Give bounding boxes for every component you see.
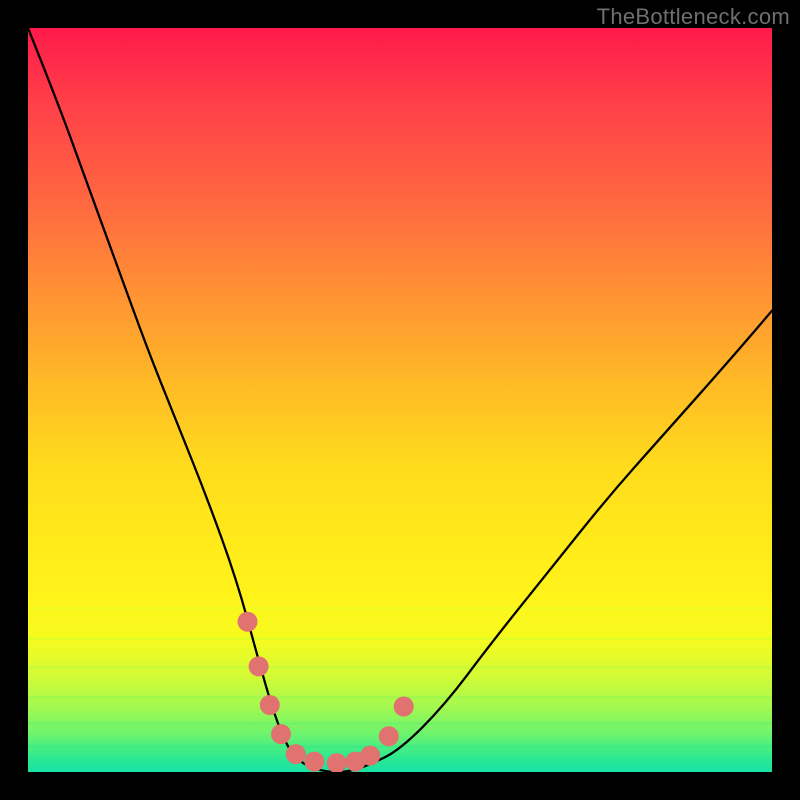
marker-group [238,612,414,772]
marker-dot [286,744,306,764]
marker-dot [394,697,414,717]
plot-area [28,28,772,772]
chart-frame: TheBottleneck.com [0,0,800,800]
chart-svg [28,28,772,772]
marker-dot [260,695,280,715]
marker-dot [304,752,324,772]
marker-dot [271,724,291,744]
marker-dot [360,746,380,766]
watermark-text: TheBottleneck.com [597,4,790,30]
marker-dot [327,753,347,772]
marker-dot [249,656,269,676]
bottleneck-curve [28,28,772,772]
marker-dot [379,726,399,746]
marker-dot [238,612,258,632]
